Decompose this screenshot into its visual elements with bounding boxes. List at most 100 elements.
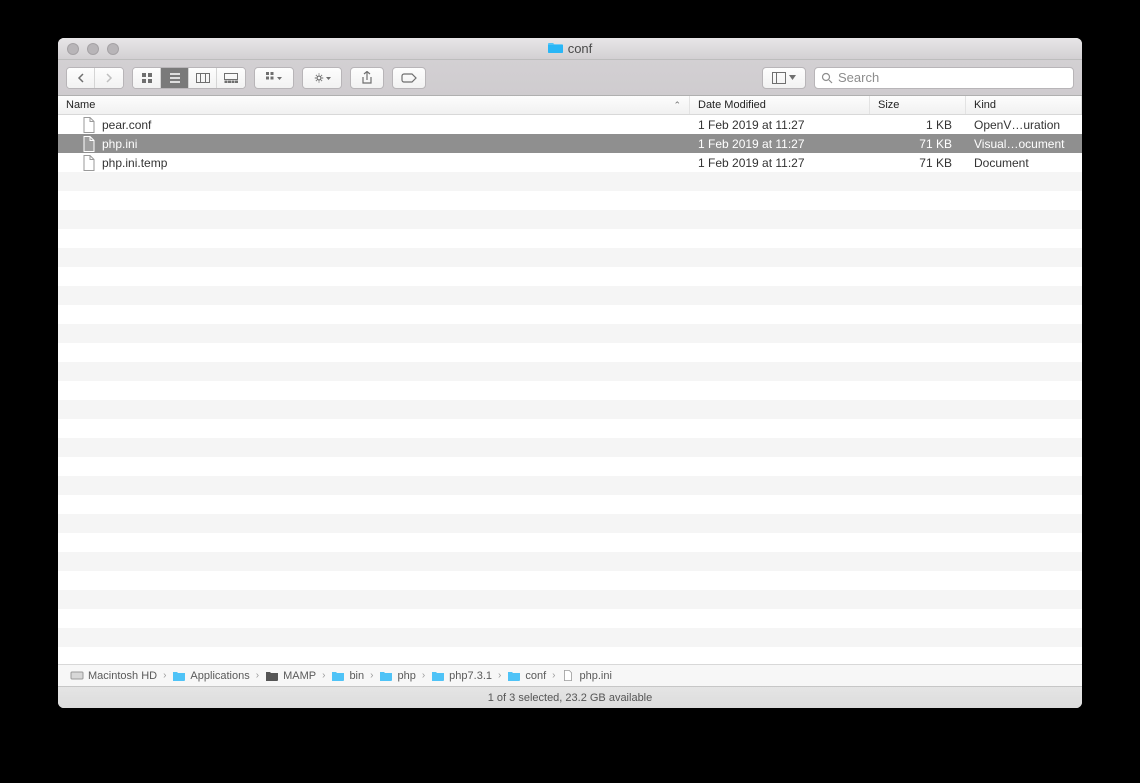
file-icon [82, 136, 96, 152]
breadcrumb[interactable]: Macintosh HD [70, 670, 157, 682]
file-kind: Visual…ocument [966, 137, 1082, 151]
empty-row [58, 400, 1082, 419]
column-name[interactable]: Name ⌃ [58, 96, 690, 114]
empty-row [58, 229, 1082, 248]
grid-icon [141, 72, 153, 84]
breadcrumb-icon [379, 670, 393, 681]
empty-row [58, 628, 1082, 647]
breadcrumb[interactable]: Applications [172, 670, 249, 682]
breadcrumb-separator-icon: › [254, 670, 261, 681]
breadcrumb-icon [431, 670, 445, 681]
share-button[interactable] [350, 67, 384, 89]
breadcrumb-separator-icon: › [420, 670, 427, 681]
file-date: 1 Feb 2019 at 11:27 [690, 137, 870, 151]
breadcrumb-icon [172, 670, 186, 681]
view-mode-buttons [132, 67, 246, 89]
breadcrumb-label: php.ini [579, 670, 611, 682]
empty-row [58, 609, 1082, 628]
column-kind[interactable]: Kind [966, 96, 1082, 114]
file-kind: OpenV…uration [966, 118, 1082, 132]
breadcrumb[interactable]: php.ini [561, 670, 611, 682]
file-name: pear.conf [102, 118, 151, 132]
window-title-text: conf [568, 41, 593, 56]
close-button[interactable] [67, 43, 79, 55]
minimize-button[interactable] [87, 43, 99, 55]
view-gallery-button[interactable] [217, 68, 245, 88]
file-kind: Document [966, 156, 1082, 170]
breadcrumb-separator-icon: › [161, 670, 168, 681]
gear-icon [313, 72, 331, 84]
breadcrumb[interactable]: conf [507, 670, 546, 682]
breadcrumb[interactable]: php7.3.1 [431, 670, 492, 682]
chevron-right-icon [105, 73, 113, 83]
tags-button[interactable] [392, 67, 426, 89]
breadcrumb-separator-icon: › [496, 670, 503, 681]
file-name: php.ini [102, 137, 137, 151]
path-bar: Macintosh HD › Applications › MAMP › bin… [58, 664, 1082, 686]
view-column-button[interactable] [189, 68, 217, 88]
file-date: 1 Feb 2019 at 11:27 [690, 156, 870, 170]
file-size: 71 KB [870, 137, 966, 151]
traffic-lights [58, 43, 119, 55]
gallery-icon [224, 73, 238, 83]
finder-window: conf [58, 38, 1082, 708]
column-header: Name ⌃ Date Modified Size Kind [58, 96, 1082, 115]
view-list-button[interactable] [161, 68, 189, 88]
status-text: 1 of 3 selected, 23.2 GB available [488, 692, 653, 704]
forward-button[interactable] [95, 68, 123, 88]
empty-row [58, 210, 1082, 229]
empty-row [58, 533, 1082, 552]
column-size[interactable]: Size [870, 96, 966, 114]
action-group [302, 67, 342, 89]
chevron-left-icon [77, 73, 85, 83]
breadcrumb-label: php7.3.1 [449, 670, 492, 682]
columns-icon [196, 73, 210, 83]
file-icon [82, 155, 96, 171]
empty-row [58, 457, 1082, 476]
column-date[interactable]: Date Modified [690, 96, 870, 114]
back-button[interactable] [67, 68, 95, 88]
breadcrumb-icon [331, 670, 345, 681]
empty-row [58, 514, 1082, 533]
chevron-down-icon [789, 75, 796, 80]
empty-row [58, 476, 1082, 495]
empty-row [58, 419, 1082, 438]
arrange-icon [266, 72, 282, 84]
breadcrumb-label: Applications [190, 670, 249, 682]
sidebar-icon [772, 72, 786, 84]
toolbar [58, 60, 1082, 96]
search-input[interactable] [838, 70, 1067, 85]
action-button[interactable] [303, 68, 341, 88]
breadcrumb-separator-icon: › [368, 670, 375, 681]
file-row[interactable]: pear.conf 1 Feb 2019 at 11:27 1 KB OpenV… [58, 115, 1082, 134]
zoom-button[interactable] [107, 43, 119, 55]
breadcrumb-icon [70, 670, 84, 681]
file-row[interactable]: php.ini.temp 1 Feb 2019 at 11:27 71 KB D… [58, 153, 1082, 172]
sort-ascending-icon: ⌃ [673, 100, 681, 111]
tag-icon [401, 73, 417, 83]
search-field[interactable] [814, 67, 1074, 89]
empty-row [58, 305, 1082, 324]
share-icon [361, 71, 373, 85]
breadcrumb-separator-icon: › [320, 670, 327, 681]
breadcrumb[interactable]: bin [331, 670, 364, 682]
file-date: 1 Feb 2019 at 11:27 [690, 118, 870, 132]
search-icon [821, 72, 833, 84]
breadcrumb[interactable]: MAMP [265, 670, 316, 682]
breadcrumb[interactable]: php [379, 670, 415, 682]
sidebar-toggle-button[interactable] [762, 67, 806, 89]
view-icon-button[interactable] [133, 68, 161, 88]
breadcrumb-label: php [397, 670, 415, 682]
file-row[interactable]: php.ini 1 Feb 2019 at 11:27 71 KB Visual… [58, 134, 1082, 153]
empty-row [58, 438, 1082, 457]
breadcrumb-label: bin [349, 670, 364, 682]
empty-row [58, 267, 1082, 286]
file-list[interactable]: pear.conf 1 Feb 2019 at 11:27 1 KB OpenV… [58, 115, 1082, 664]
breadcrumb-icon [561, 670, 575, 681]
breadcrumb-icon [507, 670, 521, 681]
window-title: conf [58, 41, 1082, 56]
empty-row [58, 571, 1082, 590]
list-icon [169, 73, 181, 83]
arrange-button[interactable] [255, 68, 293, 88]
empty-row [58, 191, 1082, 210]
